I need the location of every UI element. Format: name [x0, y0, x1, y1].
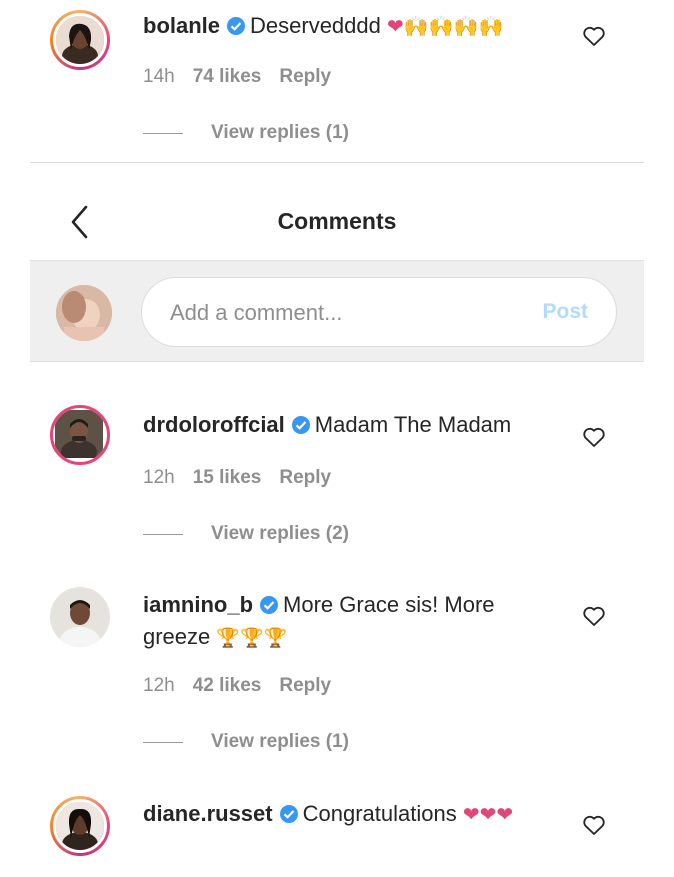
- view-replies-label: View replies (1): [211, 731, 349, 752]
- heart-outline-icon[interactable]: [582, 814, 606, 836]
- verified-badge-icon: [291, 416, 310, 434]
- reply-button[interactable]: Reply: [279, 675, 331, 696]
- like-count[interactable]: 74 likes: [193, 66, 262, 87]
- like-count[interactable]: 15 likes: [193, 467, 262, 488]
- divider: [30, 162, 644, 163]
- comment-time: 12h: [143, 675, 175, 696]
- post-button[interactable]: Post: [542, 300, 588, 324]
- comment-meta: 12h 42 likes Reply: [143, 675, 349, 697]
- comment-meta: 12h 15 likes Reply: [143, 467, 349, 489]
- comment-body: Congratulations: [302, 801, 457, 826]
- current-user-avatar: [56, 285, 112, 341]
- heart-outline-icon[interactable]: [582, 605, 606, 627]
- comment-input[interactable]: Add a comment... Post: [141, 277, 617, 347]
- reply-button[interactable]: Reply: [279, 467, 331, 488]
- comment-body: Deservedddd: [250, 13, 381, 38]
- emoji-group: ❤❤❤: [462, 804, 514, 826]
- verified-badge-icon: [260, 596, 279, 614]
- comment-body: Madam The Madam: [314, 412, 512, 437]
- heart-outline-icon[interactable]: [582, 426, 606, 448]
- replies-line: [143, 132, 183, 134]
- username[interactable]: diane.russet: [143, 801, 273, 826]
- username[interactable]: iamnino_b: [143, 592, 253, 617]
- verified-badge-icon: [227, 17, 246, 35]
- username[interactable]: drdoloroffcial: [143, 412, 285, 437]
- heart-outline-icon[interactable]: [582, 25, 606, 47]
- username[interactable]: bolanle: [143, 13, 220, 38]
- comment-time: 14h: [143, 66, 175, 87]
- avatar-diane.russet[interactable]: [50, 796, 110, 856]
- replies-line: [143, 741, 183, 743]
- comment-text: diane.russet Congratulations ❤❤❤: [143, 798, 563, 831]
- verified-badge-icon: [279, 805, 298, 823]
- view-replies-label: View replies (1): [211, 122, 349, 143]
- comment-text: iamnino_b More Grace sis! More greeze 🏆🏆🏆: [143, 589, 563, 655]
- replies-line: [143, 533, 183, 535]
- comment-text: drdoloroffcial Madam The Madam: [143, 409, 563, 441]
- view-replies-label: View replies (2): [211, 523, 349, 544]
- view-replies-button[interactable]: View replies (1): [143, 122, 349, 144]
- comment-time: 12h: [143, 467, 175, 488]
- comment-input-placeholder: Add a comment...: [170, 300, 343, 325]
- emoji-group: 🏆🏆🏆: [216, 628, 288, 649]
- comment-meta: 14h 74 likes Reply: [143, 66, 349, 88]
- comment-text: bolanle Deservedddd ❤🙌🙌🙌🙌: [143, 10, 563, 43]
- page-title: Comments: [277, 208, 397, 234]
- reply-button[interactable]: Reply: [279, 66, 331, 87]
- view-replies-button[interactable]: View replies (2): [143, 523, 349, 545]
- like-count[interactable]: 42 likes: [193, 675, 262, 696]
- avatar-iamnino_b[interactable]: [50, 587, 110, 647]
- comments-header: Comments: [30, 190, 644, 254]
- avatar-drdoloroffcial[interactable]: [50, 405, 110, 465]
- emoji-group: ❤🙌🙌🙌🙌: [387, 16, 504, 38]
- view-replies-button[interactable]: View replies (1): [143, 731, 349, 753]
- comment-composer: Add a comment... Post: [30, 260, 644, 362]
- avatar-bolanle[interactable]: [50, 10, 110, 70]
